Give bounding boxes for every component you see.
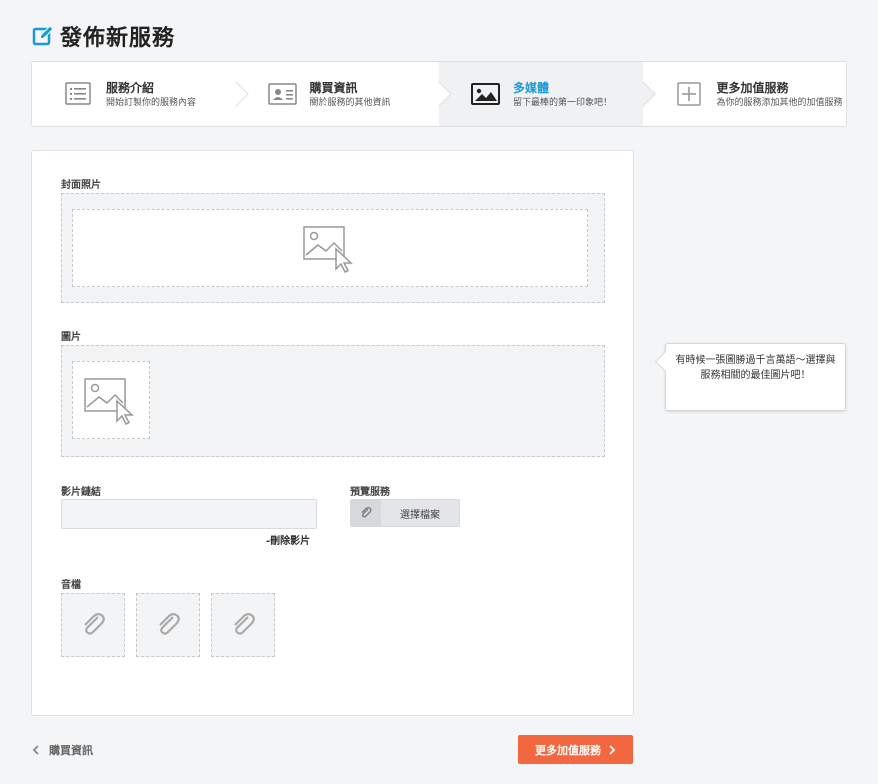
hint-tooltip: 有時候一張圖勝過千言萬語～選擇與服務相關的最佳圖片吧！ [665,343,846,411]
chevron-right-icon [609,744,616,755]
paperclip-icon [351,500,381,526]
choose-file-button[interactable]: 選擇檔案 [350,499,460,527]
images-dropzone[interactable] [61,345,605,457]
image-upload-icon [84,378,134,425]
plus-icon [676,82,701,106]
page-title: 發佈新服務 [32,20,175,52]
cover-photo-upload[interactable] [72,209,588,287]
cover-photo-label: 封面照片 [61,180,101,191]
back-link[interactable]: 購買資訊 [32,742,93,758]
hint-text: 有時候一張圖勝過千言萬語～選擇與服務相關的最佳圖片吧！ [675,355,836,381]
delete-video-link[interactable]: -刪除影片 [266,532,310,547]
cover-photo-dropzone[interactable] [61,193,605,303]
image-upload-slot[interactable] [72,361,150,439]
step-title: 服務介紹 [106,81,155,95]
step-desc: 為你的服務添加其他的加值服務 [716,98,843,108]
back-link-label: 購買資訊 [49,744,93,757]
image-icon [471,83,500,105]
paperclip-icon [84,613,105,635]
next-step-button[interactable]: 更多加值服務 [518,735,633,764]
step-purchase-info[interactable]: 購買資訊 關於服務的其他資訊 [236,62,452,126]
next-step-label: 更多加值服務 [535,743,601,757]
video-link-label: 影片鏈結 [61,487,101,498]
page-title-text: 發佈新服務 [60,26,176,51]
step-title: 更多加值服務 [716,81,789,95]
id-card-icon [267,83,297,105]
step-title: 多媒體 [513,81,550,95]
step-media[interactable]: 多媒體 留下最棒的第一印象吧！ [439,62,656,126]
audio-label: 音檔 [61,580,81,591]
paperclip-icon [234,613,255,635]
list-icon [65,82,91,105]
audio-upload-slot[interactable] [136,593,200,657]
images-label: 圖片 [61,332,81,343]
paperclip-icon [159,613,180,635]
chevron-left-icon [32,745,39,755]
step-desc: 開始訂製你的服務內容 [106,98,197,108]
step-extras[interactable]: 更多加值服務 為你的服務添加其他的加值服務 [643,62,847,126]
step-service-intro[interactable]: 服務介紹 開始訂製你的服務內容 [32,62,249,126]
step-desc: 關於服務的其他資訊 [309,98,391,108]
audio-upload-slot[interactable] [61,593,125,657]
edit-icon [32,25,54,46]
step-desc: 留下最棒的第一印象吧！ [513,98,613,108]
step-title: 購買資訊 [309,81,358,95]
media-form-card: 封面照片 圖片 影片鏈結 -刪除影片 預覽服務 選擇檔案 音檔 [31,150,634,716]
step-progress: 服務介紹 開始訂製你的服務內容 購買資訊 關於服務的其他資訊 多媒體 留下最棒的… [31,61,847,127]
choose-file-label: 選擇檔案 [400,509,440,521]
audio-upload-slot[interactable] [211,593,275,657]
image-upload-icon [303,226,353,273]
preview-service-label: 預覽服務 [350,487,390,498]
video-link-input[interactable] [61,499,317,529]
